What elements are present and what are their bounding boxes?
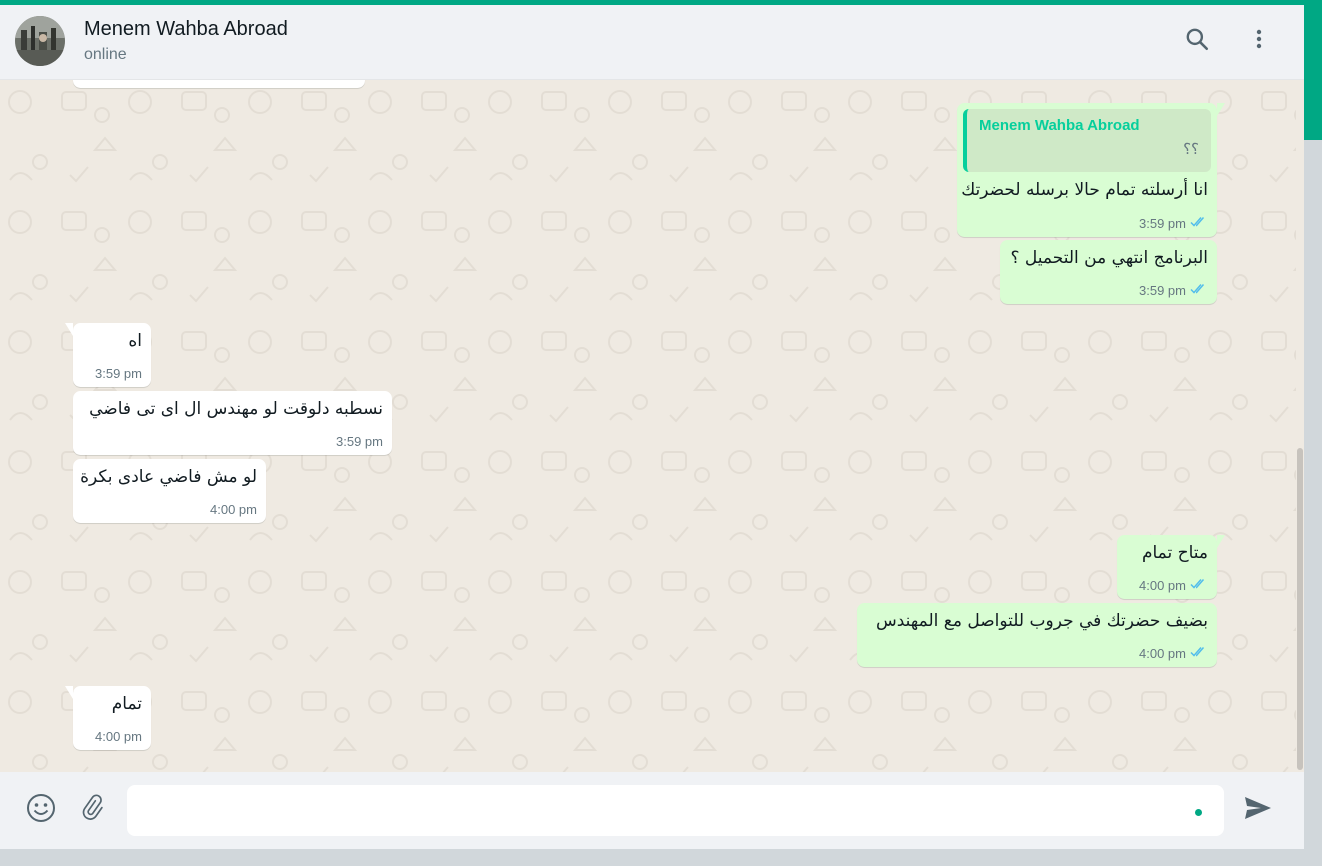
- read-ticks-icon: [1190, 646, 1208, 661]
- side-accent-strip: [1304, 5, 1322, 140]
- message-bubble-incoming[interactable]: اه 3:59 pm: [65, 323, 151, 387]
- message-text: لو مش فاضي عادى بكرة: [80, 467, 257, 487]
- message-meta: 3:59 pm: [1139, 283, 1208, 298]
- menu-icon: [1247, 27, 1271, 56]
- message-text: انا أرسلته تمام حالا برسله لحضرتك: [961, 180, 1208, 200]
- message-bubble-outgoing[interactable]: البرنامج انتهي من التحميل ؟ 3:59 pm: [1000, 240, 1217, 304]
- quote-text: ؟؟: [1183, 140, 1199, 158]
- emoji-button[interactable]: [24, 793, 58, 827]
- message-list[interactable]: Menem Wahba Abroad ؟؟ انا أرسلته تمام حا…: [0, 80, 1304, 772]
- message-time: 3:59 pm: [95, 366, 142, 381]
- message-bubble-outgoing[interactable]: Menem Wahba Abroad ؟؟ انا أرسلته تمام حا…: [957, 103, 1225, 237]
- message-bubble-incoming[interactable]: تمام 4:00 pm: [65, 686, 151, 750]
- quote-author: Menem Wahba Abroad: [979, 117, 1140, 134]
- message-input[interactable]: [127, 785, 1224, 836]
- message-meta: 4:00 pm: [1139, 578, 1208, 593]
- search-icon: [1184, 26, 1210, 57]
- bubble-tail: [65, 323, 73, 336]
- read-ticks-icon: [1190, 216, 1208, 231]
- message-bubble-incoming[interactable]: لو مش فاضي عادى بكرة 4:00 pm: [73, 459, 266, 523]
- search-button[interactable]: [1182, 26, 1212, 56]
- contact-status: online: [84, 46, 127, 63]
- avatar[interactable]: [15, 16, 65, 66]
- message-time: 3:59 pm: [1139, 283, 1186, 298]
- read-ticks-icon: [1190, 578, 1208, 593]
- chat-header: Menem Wahba Abroad online: [0, 5, 1304, 80]
- menu-button[interactable]: [1244, 26, 1274, 56]
- previous-message-bubble: [73, 80, 365, 88]
- message-text: نسطبه دلوقت لو مهندس ال اى تى فاضي: [89, 399, 383, 419]
- message-meta: 3:59 pm: [1139, 216, 1208, 231]
- message-text: بضيف حضرتك في جروب للتواصل مع المهندس: [876, 611, 1208, 631]
- bubble-tail: [1217, 103, 1225, 116]
- chat-window: Menem Wahba Abroad online Menem Wahba Ab…: [0, 5, 1304, 849]
- scrollbar-thumb[interactable]: [1297, 448, 1303, 770]
- message-bubble-outgoing[interactable]: بضيف حضرتك في جروب للتواصل مع المهندس 4:…: [857, 603, 1217, 667]
- typing-indicator-dot: [1195, 809, 1202, 816]
- message-time: 3:59 pm: [336, 434, 383, 449]
- message-time: 4:00 pm: [210, 502, 257, 517]
- emoji-icon: [25, 792, 57, 829]
- message-meta: 4:00 pm: [1139, 646, 1208, 661]
- message-bubble-outgoing[interactable]: متاح تمام 4:00 pm: [1117, 535, 1225, 599]
- read-ticks-icon: [1190, 283, 1208, 298]
- attach-icon: [77, 793, 107, 828]
- message-time: 4:00 pm: [95, 729, 142, 744]
- send-button[interactable]: [1241, 793, 1275, 827]
- message-text: تمام: [111, 694, 142, 714]
- bubble-tail: [1217, 535, 1225, 548]
- message-text: البرنامج انتهي من التحميل ؟: [1010, 248, 1208, 268]
- message-bubble-incoming[interactable]: نسطبه دلوقت لو مهندس ال اى تى فاضي 3:59 …: [73, 391, 392, 455]
- contact-name[interactable]: Menem Wahba Abroad: [84, 18, 288, 41]
- quoted-message[interactable]: Menem Wahba Abroad ؟؟: [963, 109, 1211, 172]
- message-time: 3:59 pm: [1139, 216, 1186, 231]
- bubble-tail: [65, 686, 73, 699]
- message-text: اه: [128, 331, 142, 351]
- attach-button[interactable]: [75, 793, 109, 827]
- message-text: متاح تمام: [1141, 543, 1208, 563]
- message-time: 4:00 pm: [1139, 646, 1186, 661]
- composer-bar: [0, 772, 1304, 849]
- message-time: 4:00 pm: [1139, 578, 1186, 593]
- send-icon: [1243, 795, 1273, 826]
